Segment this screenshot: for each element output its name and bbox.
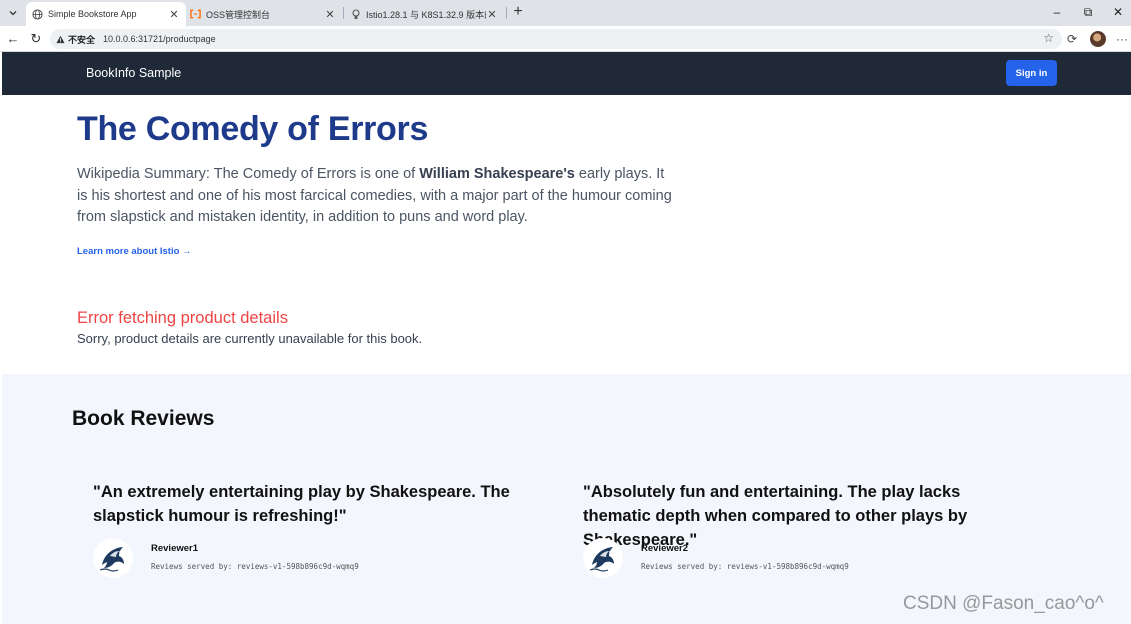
product-summary: Wikipedia Summary: The Comedy of Errors … (77, 164, 677, 229)
aliyun-icon (190, 9, 201, 20)
globe-icon (32, 8, 43, 20)
reload-button[interactable]: ↻ (27, 30, 45, 48)
reviewer-name: Reviewer1 (151, 543, 199, 554)
summary-bold: William Shakespeare's (419, 166, 575, 182)
tab-title: Simple Bookstore App (48, 9, 137, 19)
browser-tab-bar: Simple Bookstore App ✕ OSS管理控制台 ✕ Istio1… (0, 0, 1131, 26)
summary-prefix: Wikipedia Summary: The Comedy of Errors … (77, 166, 420, 182)
tab-title: Istio1.28.1 与 K8S1.32.9 版本的... (366, 9, 486, 20)
close-window-button[interactable]: ✕ (1104, 3, 1131, 21)
tab-title: OSS管理控制台 (206, 9, 271, 20)
warning-icon (56, 35, 65, 43)
browser-address-bar: ← ↻ 不安全 10.0.0.6:31721/productpage ☆ ⟳ ·… (0, 26, 1131, 52)
tab-divider (506, 7, 507, 19)
dolphin-icon (99, 547, 124, 572)
more-menu-icon[interactable]: ··· (1113, 30, 1131, 48)
reviewer-name: Reviewer2 (641, 543, 689, 554)
review-card: "An extremely entertaining play by Shake… (93, 480, 533, 578)
minimize-button[interactable]: – (1043, 3, 1071, 21)
restore-button[interactable]: ⧉ (1074, 3, 1102, 21)
close-icon[interactable]: ✕ (324, 8, 336, 21)
learn-more-link[interactable]: Learn more about Istio → (77, 246, 192, 257)
review-quote: "An extremely entertaining play by Shake… (93, 483, 510, 525)
page-icon (350, 8, 361, 20)
reviewer-info: Reviewer2 Reviews served by: reviews-v1-… (583, 538, 1023, 582)
error-message: Sorry, product details are currently una… (77, 331, 423, 346)
app-navbar: BookInfo Sample Sign in (2, 52, 1131, 95)
security-warning[interactable]: 不安全 (56, 33, 95, 46)
close-icon[interactable]: ✕ (486, 8, 498, 21)
extensions-icon[interactable]: ⟳ (1063, 30, 1081, 48)
reviewer-avatar (583, 538, 623, 578)
watermark: CSDN @Fason_cao^o^ (903, 593, 1104, 614)
reviews-served-by: Reviews served by: reviews-v1-598b896c9d… (151, 562, 359, 571)
tab-simple-bookstore[interactable]: Simple Bookstore App ✕ (26, 2, 186, 26)
tab-oss-console[interactable]: OSS管理控制台 ✕ (184, 2, 342, 26)
reviewer-avatar (93, 538, 133, 578)
sign-in-button[interactable]: Sign in (1006, 60, 1057, 86)
tab-search-button[interactable] (4, 4, 22, 22)
url-text: 10.0.0.6:31721/productpage (103, 34, 216, 44)
chevron-down-icon (9, 11, 17, 16)
close-icon[interactable]: ✕ (168, 8, 180, 21)
brand-title[interactable]: BookInfo Sample (86, 66, 181, 80)
dolphin-icon (589, 547, 614, 572)
reviews-heading: Book Reviews (72, 407, 215, 430)
review-card: "Absolutely fun and entertaining. The pl… (583, 480, 1023, 578)
avatar (1090, 31, 1106, 47)
reviewer-info: Reviewer1 Reviews served by: reviews-v1-… (93, 538, 533, 582)
error-title: Error fetching product details (77, 309, 288, 327)
plus-icon: + (513, 3, 523, 20)
new-tab-button[interactable]: + (509, 3, 527, 21)
arrow-left-icon: ← (6, 31, 20, 46)
security-label: 不安全 (68, 34, 96, 45)
book-reviews-section: Book Reviews "An extremely entertaining … (2, 374, 1131, 624)
back-button[interactable]: ← (4, 30, 22, 48)
product-title: The Comedy of Errors (77, 110, 429, 148)
reload-icon: ↻ (30, 31, 42, 46)
url-field[interactable]: 不安全 10.0.0.6:31721/productpage ☆ (50, 29, 1062, 49)
star-icon[interactable]: ☆ (1043, 31, 1054, 45)
reviews-served-by: Reviews served by: reviews-v1-598b896c9d… (641, 562, 849, 571)
profile-avatar[interactable] (1089, 30, 1107, 48)
tab-istio-article[interactable]: Istio1.28.1 与 K8S1.32.9 版本的... ✕ (344, 2, 504, 26)
